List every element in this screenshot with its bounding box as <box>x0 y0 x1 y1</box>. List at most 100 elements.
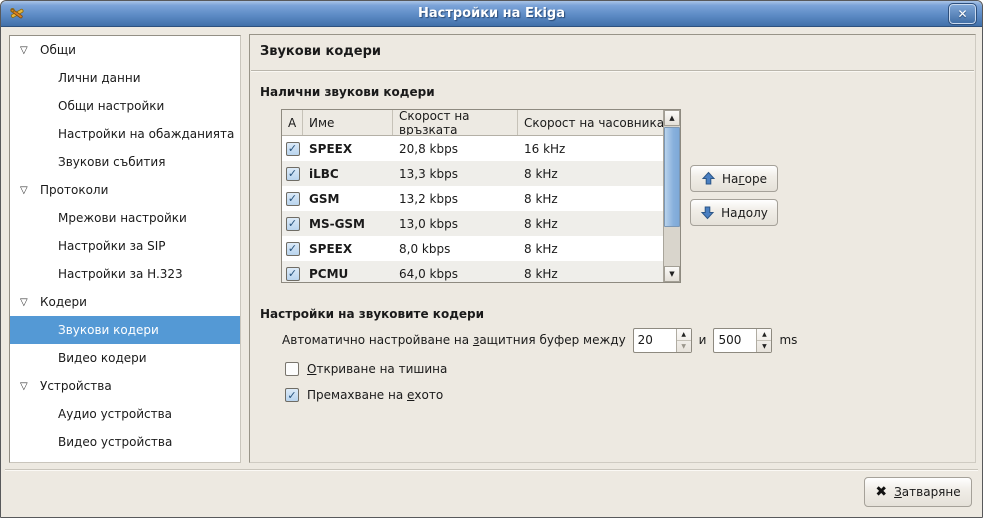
tree-item-audio-codecs[interactable]: Звукови кодери <box>10 316 240 344</box>
spin-up-icon[interactable]: ▲ <box>677 329 691 341</box>
silence-detection-option[interactable]: ✓ Откриване на тишина <box>285 362 447 376</box>
tree-item-video-codecs[interactable]: Видео кодери <box>10 344 240 372</box>
codec-checkbox[interactable]: ✓ <box>286 242 300 256</box>
codec-clock-rate: 8 kHz <box>518 192 663 206</box>
table-row[interactable]: ✓ SPEEX 20,8 kbps 16 kHz <box>282 136 663 161</box>
tree-category-devices[interactable]: ▽ Устройства <box>10 372 240 400</box>
spin-down-icon[interactable]: ▼ <box>757 341 771 352</box>
tree-label: Общи <box>40 43 76 57</box>
titlebar[interactable]: Настройки на Ekiga ✕ <box>1 1 982 27</box>
table-row[interactable]: ✓ SPEEX 8,0 kbps 8 kHz <box>282 236 663 261</box>
spin-up-icon[interactable]: ▲ <box>757 329 771 341</box>
codec-checkbox[interactable]: ✓ <box>286 167 300 181</box>
echo-cancellation-label: Премахване на ехото <box>307 388 443 402</box>
table-row[interactable]: ✓ iLBC 13,3 kbps 8 kHz <box>282 161 663 186</box>
codec-bandwidth: 13,0 kbps <box>393 217 518 231</box>
jitter-connector-label: и <box>699 333 707 347</box>
close-icon[interactable]: ✕ <box>949 4 976 24</box>
audio-codecs-panel: Звукови кодери Налични звукови кодери A … <box>249 34 976 463</box>
tree-label: Звукови събития <box>58 155 165 169</box>
echo-cancellation-option[interactable]: ✓ Премахване на ехото <box>285 388 443 402</box>
codec-name: SPEEX <box>303 242 393 256</box>
table-row[interactable]: ✓ PCMU 64,0 kbps 8 kHz <box>282 261 663 283</box>
codec-name: PCMU <box>303 267 393 281</box>
move-up-button[interactable]: Нагоре <box>690 165 778 192</box>
silence-detection-checkbox[interactable]: ✓ <box>285 362 299 376</box>
column-header-active[interactable]: A <box>282 110 303 135</box>
codec-table-body: ✓ SPEEX 20,8 kbps 16 kHz ✓ iLBC 13,3 kbp… <box>282 136 663 282</box>
echo-cancellation-checkbox[interactable]: ✓ <box>285 388 299 402</box>
move-down-button[interactable]: Надолу <box>690 199 778 226</box>
codec-clock-rate: 8 kHz <box>518 217 663 231</box>
preferences-window: Настройки на Ekiga ✕ ▽ Общи Лични данни … <box>0 0 983 518</box>
codec-settings-heading: Настройки на звуковите кодери <box>260 307 484 321</box>
expander-icon[interactable]: ▽ <box>20 381 40 392</box>
codec-clock-rate: 8 kHz <box>518 167 663 181</box>
codec-name: iLBC <box>303 167 393 181</box>
tree-category-general[interactable]: ▽ Общи <box>10 36 240 64</box>
codec-checkbox[interactable]: ✓ <box>286 142 300 156</box>
tree-item-sound-events[interactable]: Звукови събития <box>10 148 240 176</box>
table-row[interactable]: ✓ GSM 13,2 kbps 8 kHz <box>282 186 663 211</box>
codec-table-header: A Име Скорост на връзката Скорост на час… <box>282 110 680 136</box>
jitter-max-spinner[interactable]: 500 ▲ ▼ <box>713 328 772 353</box>
codec-checkbox[interactable]: ✓ <box>286 192 300 206</box>
codec-checkbox[interactable]: ✓ <box>286 217 300 231</box>
tree-item-personal-data[interactable]: Лични данни <box>10 64 240 92</box>
tree-label: Кодери <box>40 295 87 309</box>
codec-name: GSM <box>303 192 393 206</box>
tree-label: Настройки за H.323 <box>58 267 183 281</box>
column-header-name[interactable]: Име <box>303 110 393 135</box>
codec-clock-rate: 16 kHz <box>518 142 663 156</box>
tree-label: Видео устройства <box>58 435 172 449</box>
codec-name: SPEEX <box>303 142 393 156</box>
window-title: Настройки на Ekiga <box>1 6 982 21</box>
tree-item-call-options[interactable]: Настройки на обажданията <box>10 120 240 148</box>
vertical-scrollbar[interactable]: ▲ ▼ <box>663 110 680 282</box>
tree-item-video-devices[interactable]: Видео устройства <box>10 428 240 456</box>
divider <box>5 469 978 471</box>
codec-bandwidth: 64,0 kbps <box>393 267 518 281</box>
table-row[interactable]: ✓ MS-GSM 13,0 kbps 8 kHz <box>282 211 663 236</box>
tree-category-codecs[interactable]: ▽ Кодери <box>10 288 240 316</box>
tree-item-audio-devices[interactable]: Аудио устройства <box>10 400 240 428</box>
codec-bandwidth: 13,2 kbps <box>393 192 518 206</box>
expander-icon[interactable]: ▽ <box>20 297 40 308</box>
column-header-clock-rate[interactable]: Скорост на часовника <box>518 110 680 135</box>
tree-item-h323-settings[interactable]: Настройки за H.323 <box>10 260 240 288</box>
codec-clock-rate: 8 kHz <box>518 267 663 281</box>
spin-down-icon[interactable]: ▼ <box>677 341 691 352</box>
tree-label: Видео кодери <box>58 351 147 365</box>
tree-item-sip-settings[interactable]: Настройки за SIP <box>10 232 240 260</box>
tree-category-protocols[interactable]: ▽ Протоколи <box>10 176 240 204</box>
move-down-label: Надолу <box>721 206 768 220</box>
expander-icon[interactable]: ▽ <box>20 185 40 196</box>
scroll-down-icon[interactable]: ▼ <box>664 266 680 282</box>
available-codecs-heading: Налични звукови кодери <box>260 85 435 99</box>
page-title: Звукови кодери <box>260 44 381 59</box>
column-header-bandwidth[interactable]: Скорост на връзката <box>393 110 518 135</box>
tree-item-general-settings[interactable]: Общи настройки <box>10 92 240 120</box>
tree-item-network-settings[interactable]: Мрежови настройки <box>10 204 240 232</box>
jitter-max-value[interactable]: 500 <box>714 329 756 352</box>
scroll-up-icon[interactable]: ▲ <box>664 110 680 126</box>
codec-table: A Име Скорост на връзката Скорост на час… <box>281 109 681 283</box>
close-dialog-button[interactable]: ✖ Затваряне <box>864 477 972 507</box>
tree-label: Аудио устройства <box>58 407 172 421</box>
jitter-unit-label: ms <box>779 333 797 347</box>
up-arrow-icon <box>701 171 716 186</box>
jitter-buffer-label: Автоматично настройване на защитния буфе… <box>282 333 626 347</box>
divider <box>251 70 974 72</box>
expander-icon[interactable]: ▽ <box>20 45 40 56</box>
codec-bandwidth: 13,3 kbps <box>393 167 518 181</box>
codec-checkbox[interactable]: ✓ <box>286 267 300 281</box>
jitter-min-spinner[interactable]: 20 ▲ ▼ <box>633 328 692 353</box>
preferences-tree: ▽ Общи Лични данни Общи настройки Настро… <box>9 35 241 463</box>
scrollbar-thumb[interactable] <box>664 127 680 227</box>
silence-detection-label: Откриване на тишина <box>307 362 447 376</box>
tree-label: Протоколи <box>40 183 108 197</box>
tree-label: Звукови кодери <box>58 323 159 337</box>
move-up-label: Нагоре <box>722 172 767 186</box>
jitter-min-value[interactable]: 20 <box>634 329 676 352</box>
tree-label: Лични данни <box>58 71 141 85</box>
